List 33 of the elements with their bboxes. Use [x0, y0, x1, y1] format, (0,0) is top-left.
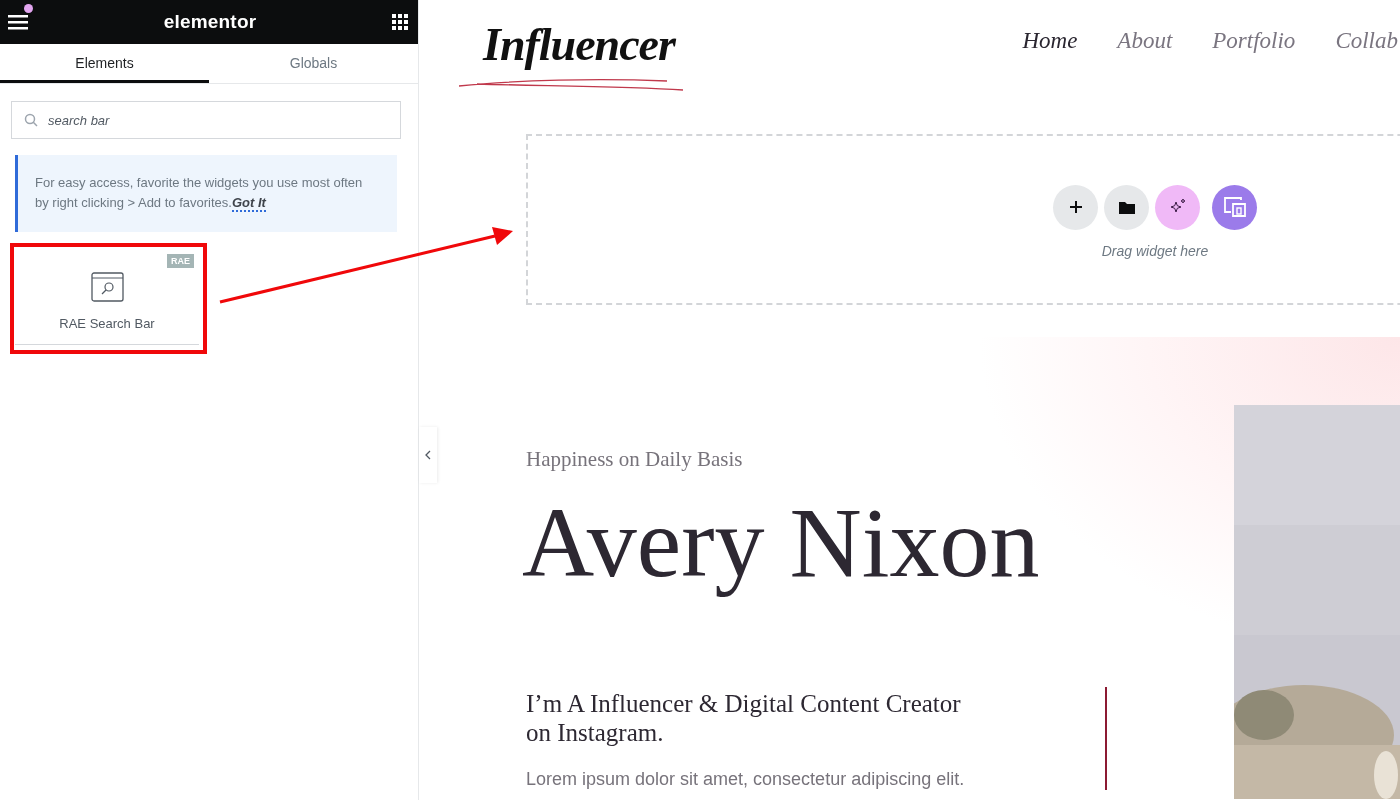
- site-logo[interactable]: Influencer: [457, 10, 687, 90]
- search-icon: [24, 113, 38, 127]
- nav-link[interactable]: Collab: [1335, 28, 1398, 54]
- menu-icon[interactable]: [8, 14, 28, 30]
- panel-tab[interactable]: Globals: [209, 44, 418, 83]
- devices-icon: [1222, 196, 1247, 218]
- collapse-handle[interactable]: [419, 427, 437, 483]
- nav-link[interactable]: Portfolio: [1212, 28, 1296, 54]
- search-window-icon: [90, 272, 124, 302]
- app-logo: elementor: [163, 11, 257, 33]
- nav-link[interactable]: About: [1117, 28, 1173, 54]
- responsive-button[interactable]: [1212, 184, 1257, 230]
- add-button[interactable]: [1053, 184, 1098, 230]
- hero-subtitle: I’m A Influencer & Digital Content Creator on Instagram.: [526, 689, 962, 747]
- panel-tab[interactable]: Elements: [0, 44, 209, 83]
- hero-title: Avery Nixon: [522, 486, 1040, 600]
- grid-icon[interactable]: [392, 14, 408, 30]
- folder-icon: [1118, 200, 1135, 214]
- hero-eyebrow: Happiness on Daily Basis: [526, 447, 744, 472]
- tip-text: For easy access, favorite the widgets you use most often by right clicking > Add to favorites.Got It: [35, 174, 364, 213]
- search-field[interactable]: search bar: [11, 101, 401, 139]
- got-it-link[interactable]: Got It: [231, 195, 266, 212]
- hero-body: Lorem ipsum dolor sit amet, consectetur adipiscing elit.: [526, 769, 966, 790]
- plus-icon: [1068, 200, 1083, 214]
- widget-label: RAE Search Bar: [59, 316, 155, 331]
- search-input[interactable]: search bar: [46, 111, 388, 129]
- sparkle-button[interactable]: [1155, 184, 1200, 230]
- drop-hint: Drag widget here: [1101, 242, 1209, 259]
- drop-zone[interactable]: Drag widget here: [526, 134, 1400, 305]
- widget-badge: RAE: [167, 254, 194, 268]
- folder-button[interactable]: [1104, 184, 1149, 230]
- nav-link[interactable]: Home: [1022, 28, 1078, 54]
- widget-card[interactable]: RAE RAE Search Bar: [15, 249, 199, 345]
